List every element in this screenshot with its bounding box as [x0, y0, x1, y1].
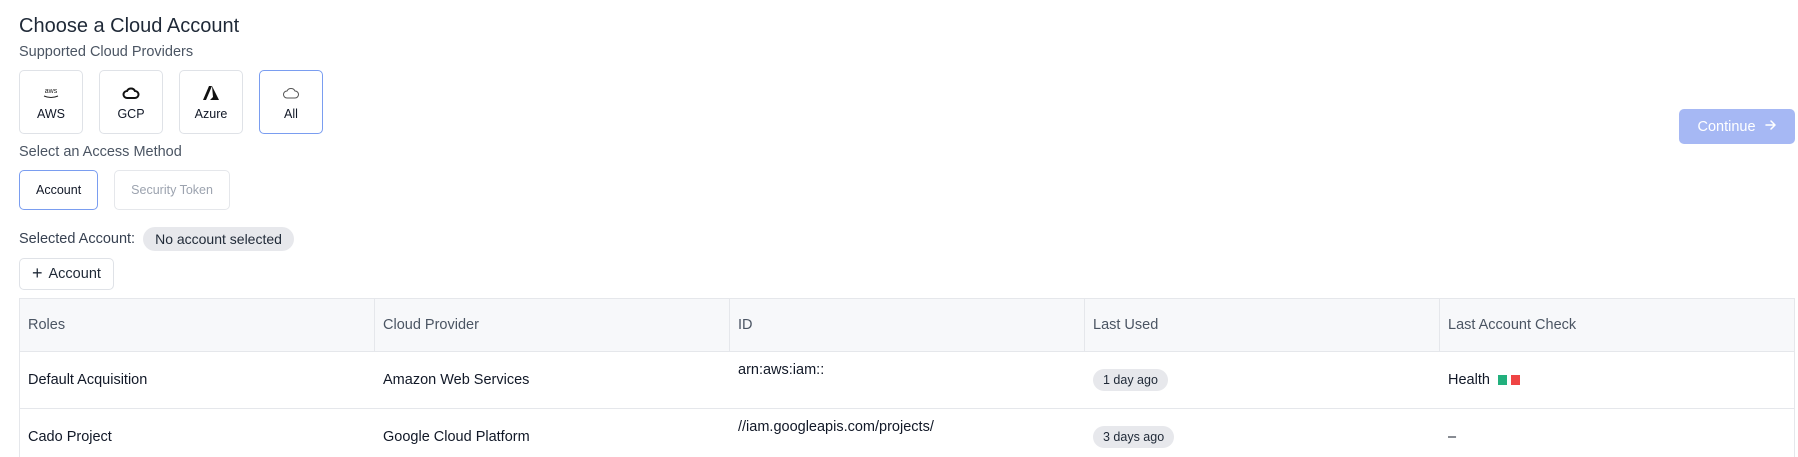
- provider-azure-label: Azure: [194, 107, 228, 121]
- providers-label: Supported Cloud Providers: [19, 44, 194, 60]
- cell-last-used: 1 day ago: [1085, 352, 1440, 408]
- cloud-icon: [282, 83, 300, 103]
- access-method-label: Select an Access Method: [19, 144, 182, 160]
- table-row[interactable]: Cado Project Google Cloud Platform //iam…: [20, 409, 1794, 457]
- svg-text:aws: aws: [45, 88, 58, 95]
- add-account-button[interactable]: + Account: [19, 258, 114, 290]
- last-used-badge: 1 day ago: [1093, 369, 1168, 391]
- cell-last-check: –: [1448, 429, 1457, 445]
- health-ok-square: [1497, 375, 1507, 385]
- column-header-last-used: Last Used: [1085, 299, 1440, 351]
- health-indicator: Health: [1448, 372, 1520, 388]
- cell-provider: Amazon Web Services: [383, 372, 530, 388]
- provider-all-label: All: [284, 107, 298, 121]
- cell-provider: Google Cloud Platform: [383, 429, 530, 445]
- health-bad-square: [1510, 375, 1520, 385]
- cell-role: Cado Project: [28, 429, 112, 445]
- provider-gcp-label: GCP: [117, 107, 145, 121]
- column-header-last-account-check: Last Account Check: [1448, 317, 1577, 333]
- selected-account-badge: No account selected: [143, 227, 294, 251]
- selected-account-row: Selected Account: No account selected: [19, 227, 294, 251]
- cell-last-check: Health: [1440, 352, 1794, 408]
- column-header-cloud-provider: Cloud Provider: [375, 299, 730, 351]
- column-header-id: ID: [730, 299, 1085, 351]
- cell-id: arn:aws:iam::: [738, 362, 825, 378]
- provider-aws-button[interactable]: aws AWS: [19, 70, 83, 134]
- provider-all-button[interactable]: All: [259, 70, 323, 134]
- health-label: Health: [1448, 372, 1490, 388]
- provider-aws-label: AWS: [36, 107, 65, 121]
- selected-account-label: Selected Account:: [19, 231, 136, 247]
- provider-list: aws AWS GCP Azure All: [19, 70, 323, 134]
- azure-icon: [202, 83, 220, 103]
- access-method-list: Account Security Token: [19, 170, 230, 210]
- method-security-token-button[interactable]: Security Token: [114, 170, 230, 210]
- continue-button[interactable]: Continue: [1679, 109, 1795, 144]
- column-header-roles: Roles: [20, 299, 375, 351]
- cell-id: //iam.googleapis.com/projects/: [738, 419, 934, 435]
- table-header: Roles Cloud Provider ID Last Used Last A…: [20, 299, 1794, 352]
- accounts-table: Roles Cloud Provider ID Last Used Last A…: [19, 298, 1795, 457]
- arrow-right-icon: [1764, 119, 1777, 135]
- last-used-badge: 3 days ago: [1093, 426, 1175, 448]
- table-row[interactable]: Default Acquisition Amazon Web Services …: [20, 352, 1794, 409]
- method-account-button[interactable]: Account: [19, 170, 99, 210]
- page-title: Choose a Cloud Account: [19, 15, 240, 37]
- provider-azure-button[interactable]: Azure: [179, 70, 243, 134]
- provider-gcp-button[interactable]: GCP: [99, 70, 163, 134]
- gcp-icon: [122, 83, 140, 103]
- cell-role: Default Acquisition: [28, 372, 148, 388]
- plus-icon: +: [32, 263, 43, 283]
- add-account-label: Account: [48, 266, 101, 282]
- cell-last-used: 3 days ago: [1085, 409, 1440, 457]
- aws-icon: aws: [41, 83, 61, 103]
- continue-label: Continue: [1697, 118, 1756, 135]
